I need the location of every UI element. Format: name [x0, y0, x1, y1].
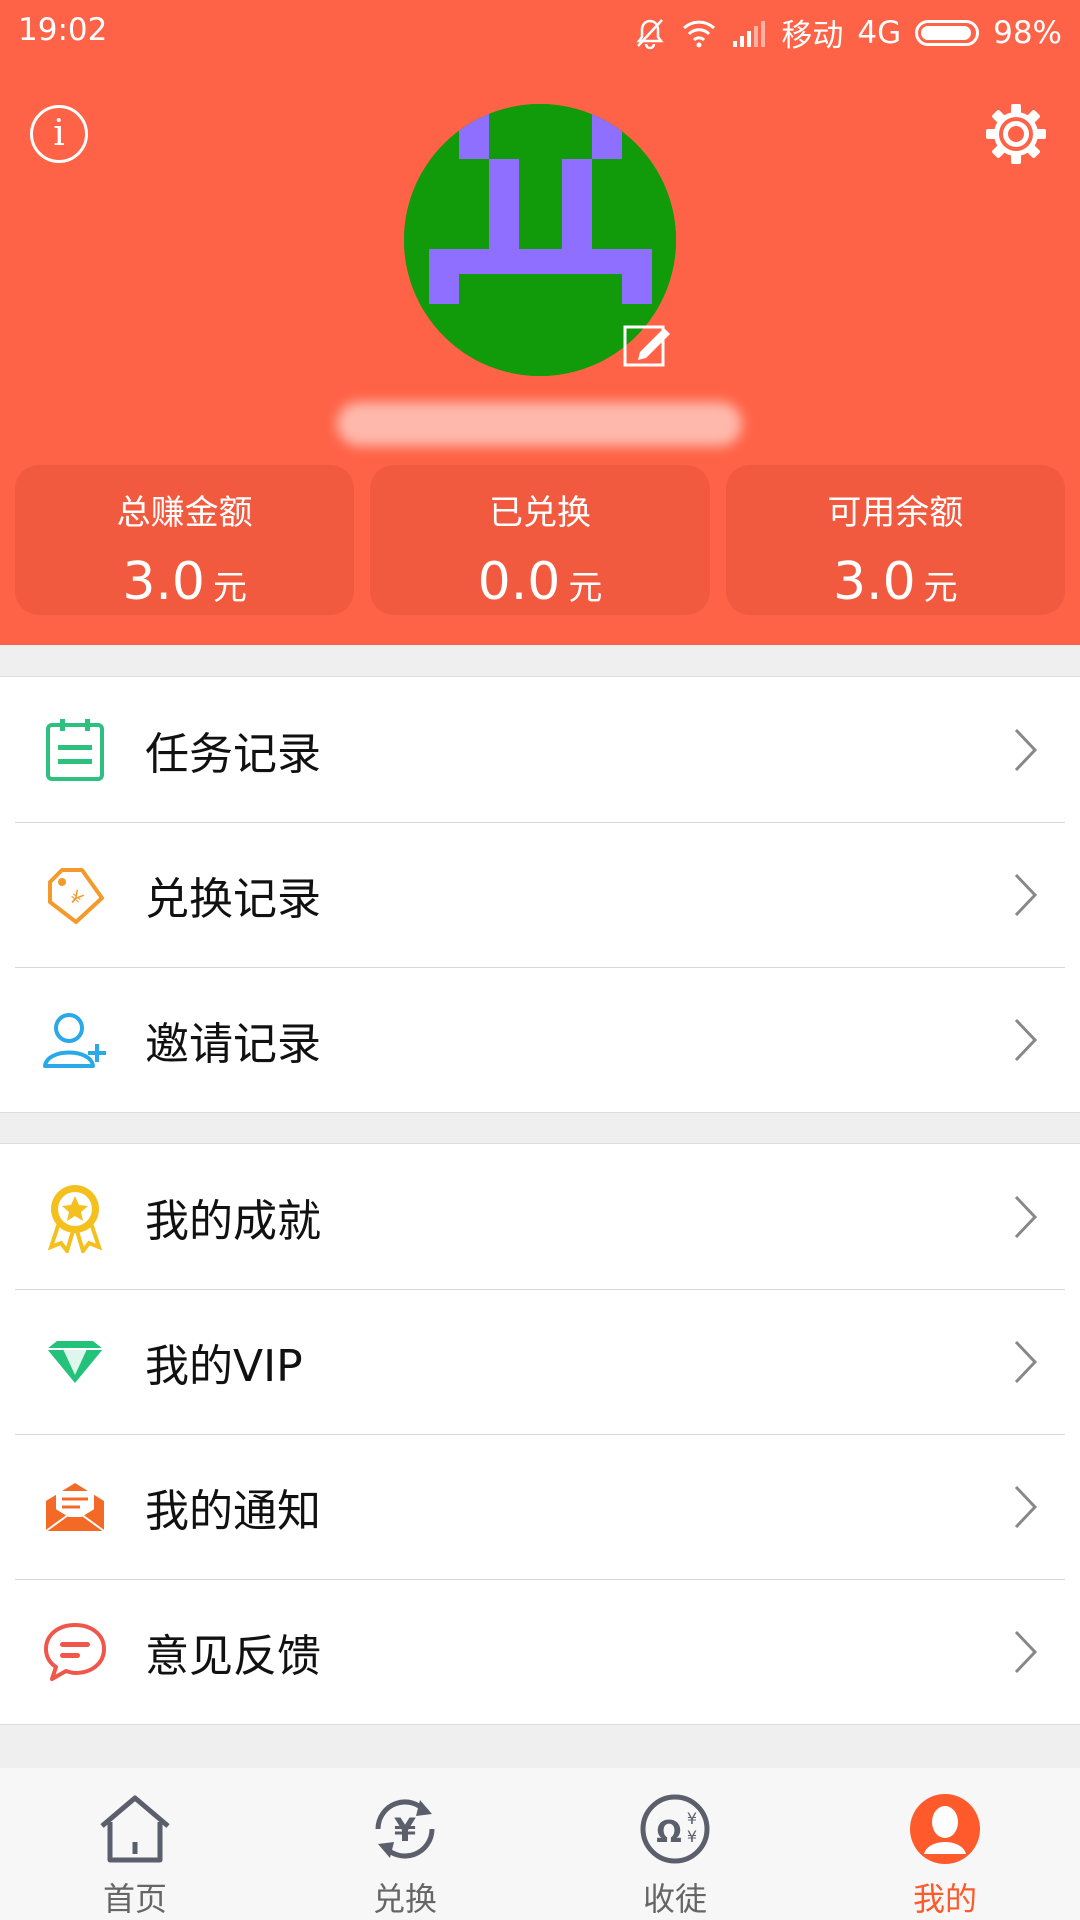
chat-bubble-icon: [40, 1617, 110, 1687]
svg-text:Ω: Ω: [656, 1815, 682, 1850]
stat-available-balance[interactable]: 可用余额 3.0 元: [725, 465, 1065, 615]
tab-label: 兑换: [372, 1880, 437, 1918]
menu-label: 我的通知: [145, 1485, 321, 1537]
menu-item-exchange-records[interactable]: ¥ 兑换记录: [0, 822, 1080, 967]
chevron-right-icon: [1014, 1018, 1038, 1061]
battery-label: 98%: [993, 14, 1062, 51]
menu-label: 我的成就: [145, 1195, 321, 1247]
carrier-label: 移动: [781, 18, 844, 54]
stat-label: 已兑换: [488, 493, 591, 533]
envelope-icon: [40, 1472, 110, 1542]
menu-item-invite-records[interactable]: 邀请记录: [0, 967, 1080, 1112]
stat-value: 0.0: [477, 552, 561, 612]
stat-label: 可用余额: [827, 493, 964, 533]
medal-icon: [40, 1182, 110, 1253]
menu-item-feedback[interactable]: 意见反馈: [0, 1579, 1080, 1724]
menu-label: 任务记录: [145, 728, 321, 780]
svg-text:¥: ¥: [65, 886, 87, 909]
stat-unit: 元: [923, 568, 958, 608]
chevron-right-icon: [1014, 1195, 1038, 1238]
earnings-summary: 总赚金额 3.0 元 已兑换 0.0 元 可用余额 3.0 元: [15, 465, 1065, 615]
wifi-icon: [683, 20, 716, 47]
stat-exchanged[interactable]: 已兑换 0.0 元: [370, 465, 710, 615]
profile-icon: [910, 1794, 980, 1864]
bottom-tab-bar: 首页 ¥ 兑换 Ω ¥ ¥ 收徒 我的: [0, 1768, 1080, 1920]
nickname-blurred: [337, 402, 742, 446]
stat-label: 总赚金额: [116, 493, 253, 533]
svg-text:¥: ¥: [687, 1809, 697, 1828]
menu-item-task-records[interactable]: 任务记录: [0, 677, 1080, 822]
tag-icon: ¥: [40, 860, 110, 930]
menu-item-vip[interactable]: 我的VIP: [0, 1289, 1080, 1434]
svg-text:¥: ¥: [394, 1811, 416, 1849]
gear-icon[interactable]: [982, 100, 1050, 168]
tab-exchange[interactable]: ¥ 兑换: [270, 1768, 540, 1920]
menu-label: 我的VIP: [145, 1340, 303, 1392]
tab-profile[interactable]: 我的: [810, 1768, 1080, 1920]
chevron-right-icon: [1014, 1485, 1038, 1528]
tab-apprentice[interactable]: Ω ¥ ¥ 收徒: [540, 1768, 810, 1920]
status-bar: 19:02 移动 4G 98%: [0, 0, 1080, 62]
clipboard-icon: [40, 715, 110, 785]
stat-value: 3.0: [122, 552, 206, 612]
add-user-icon: [40, 1005, 110, 1075]
records-menu: 任务记录 ¥ 兑换记录 邀请记录: [0, 676, 1080, 1113]
silent-bell-icon: [636, 18, 664, 49]
menu-item-achievements[interactable]: 我的成就: [0, 1144, 1080, 1289]
chevron-right-icon: [1014, 1630, 1038, 1673]
apprentice-icon: Ω ¥ ¥: [640, 1794, 710, 1864]
chevron-right-icon: [1014, 728, 1038, 771]
svg-text:¥: ¥: [687, 1827, 697, 1846]
account-menu: 我的成就 我的VIP 我的通知 意见反馈: [0, 1143, 1080, 1725]
status-time: 19:02: [18, 12, 108, 48]
battery-icon: [915, 19, 980, 46]
tab-label: 首页: [102, 1880, 167, 1918]
stat-unit: 元: [213, 568, 248, 608]
menu-label: 邀请记录: [145, 1018, 321, 1070]
stat-unit: 元: [568, 568, 603, 608]
signal-icon: [733, 20, 766, 47]
home-icon: [100, 1795, 170, 1863]
tab-label: 收徒: [642, 1880, 707, 1918]
stat-value: 3.0: [832, 552, 916, 612]
menu-label: 意见反馈: [145, 1630, 321, 1682]
menu-item-notifications[interactable]: 我的通知: [0, 1434, 1080, 1579]
menu-label: 兑换记录: [145, 873, 321, 925]
profile-header: 19:02 移动 4G 98% i 总赚金额 3.0 元 已兑换 0.0 元 可…: [0, 0, 1080, 645]
chevron-right-icon: [1014, 1340, 1038, 1383]
diamond-icon: [40, 1327, 110, 1397]
tab-home[interactable]: 首页: [0, 1768, 270, 1920]
info-icon[interactable]: i: [30, 105, 88, 163]
stat-total-earned[interactable]: 总赚金额 3.0 元: [15, 465, 355, 615]
exchange-icon: ¥: [375, 1799, 435, 1859]
network-label: 4G: [857, 14, 902, 51]
chevron-right-icon: [1014, 873, 1038, 916]
edit-icon[interactable]: [622, 322, 672, 368]
tab-label: 我的: [912, 1880, 977, 1918]
